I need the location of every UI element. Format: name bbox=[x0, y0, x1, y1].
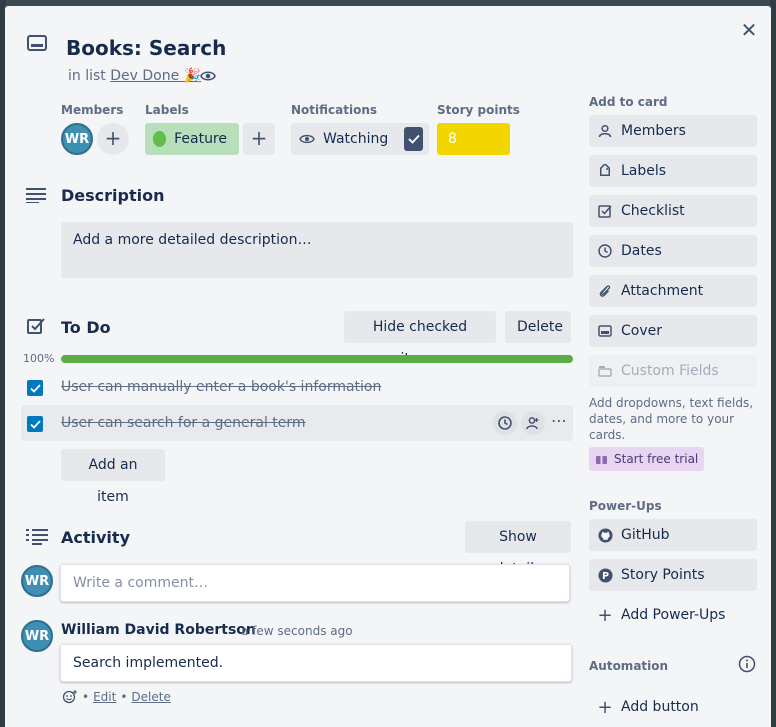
sidebar-attachment-button[interactable]: Attachment bbox=[589, 275, 757, 307]
checklist-icon bbox=[597, 203, 613, 219]
story-points-label: Story points bbox=[437, 103, 520, 117]
github-powerup-button[interactable]: GitHub bbox=[589, 519, 757, 551]
members-label: Members bbox=[61, 103, 124, 117]
checklist-icon bbox=[27, 317, 45, 339]
story-points-icon: P bbox=[597, 567, 613, 583]
avatar[interactable]: WR bbox=[21, 565, 53, 597]
checkbox[interactable] bbox=[27, 380, 43, 396]
sidebar-button-label: Checklist bbox=[621, 203, 685, 219]
checklist-item-text[interactable]: User can manually enter a book's informa… bbox=[61, 378, 381, 396]
comment-input[interactable]: Write a comment… bbox=[60, 564, 570, 602]
start-free-trial-button[interactable]: Start free trial bbox=[589, 447, 705, 471]
sidebar-button-label: Labels bbox=[621, 163, 667, 179]
power-ups-header: Power-Ups bbox=[589, 499, 662, 513]
item-more-icon[interactable]: ⋯ bbox=[551, 413, 569, 433]
watching-button[interactable]: Watching bbox=[291, 123, 429, 155]
separator: • bbox=[82, 690, 90, 704]
activity-icon bbox=[26, 528, 48, 550]
info-icon[interactable] bbox=[738, 655, 756, 677]
custom-fields-help: Add dropdowns, text fields, dates, and m… bbox=[589, 396, 754, 442]
person-icon bbox=[597, 123, 613, 139]
sidebar-button-label: Custom Fields bbox=[621, 363, 719, 379]
automation-header: Automation bbox=[589, 659, 669, 673]
description-editor[interactable]: Add a more detailed description… bbox=[61, 222, 573, 278]
edit-comment-link[interactable]: Edit bbox=[93, 690, 116, 704]
in-list-text: in list Dev Done 🎉 bbox=[68, 67, 201, 85]
sidebar-button-label: Add button bbox=[621, 699, 699, 715]
add-button-button[interactable]: + Add button bbox=[589, 691, 757, 723]
checklist-item-text[interactable]: User can search for a general term bbox=[61, 414, 306, 432]
gift-icon bbox=[595, 453, 608, 465]
in-list-prefix: in list bbox=[68, 68, 106, 84]
comment-actions: • Edit • Delete bbox=[62, 689, 171, 705]
sidebar-button-label: Story Points bbox=[621, 567, 705, 583]
sidebar-members-button[interactable]: Members bbox=[589, 115, 757, 147]
assign-member-icon[interactable] bbox=[521, 411, 545, 435]
sidebar-button-label: Cover bbox=[621, 323, 662, 339]
start-trial-label: Start free trial bbox=[614, 452, 699, 466]
github-icon bbox=[597, 527, 613, 543]
plus-icon: + bbox=[597, 604, 613, 626]
label-feature[interactable]: Feature bbox=[145, 123, 239, 155]
sidebar-button-label: Dates bbox=[621, 243, 662, 259]
description-title: Description bbox=[61, 186, 165, 205]
sidebar-cover-button[interactable]: Cover bbox=[589, 315, 757, 347]
paperclip-icon bbox=[597, 283, 613, 299]
avatar[interactable]: WR bbox=[61, 123, 93, 155]
custom-fields-icon bbox=[597, 363, 613, 379]
add-label-button[interactable]: + bbox=[243, 123, 275, 155]
comment-timestamp[interactable]: a few seconds ago bbox=[241, 624, 353, 638]
sidebar-checklist-button[interactable]: Checklist bbox=[589, 195, 757, 227]
list-link[interactable]: Dev Done 🎉 bbox=[110, 68, 201, 84]
card-detail-modal: ✕ Books: Search in list Dev Done 🎉 Membe… bbox=[5, 6, 771, 727]
delete-checklist-button[interactable]: Delete bbox=[505, 311, 571, 343]
add-power-ups-button[interactable]: + Add Power-Ups bbox=[589, 599, 757, 631]
label-feature-text: Feature bbox=[174, 131, 227, 147]
add-to-card-header: Add to card bbox=[589, 95, 668, 109]
card-title[interactable]: Books: Search bbox=[66, 35, 226, 61]
card-icon bbox=[27, 34, 51, 58]
avatar[interactable]: WR bbox=[21, 620, 53, 652]
separator: • bbox=[120, 690, 128, 704]
close-icon[interactable]: ✕ bbox=[738, 19, 760, 41]
checklist-title: To Do bbox=[61, 318, 111, 337]
plus-icon: + bbox=[597, 696, 613, 718]
emoji-reaction-icon[interactable] bbox=[62, 689, 78, 705]
add-member-button[interactable]: + bbox=[97, 123, 129, 155]
activity-title: Activity bbox=[61, 528, 130, 547]
notifications-label: Notifications bbox=[291, 103, 378, 117]
add-item-button[interactable]: Add an item bbox=[61, 449, 165, 505]
tag-icon bbox=[597, 163, 613, 179]
check-icon bbox=[404, 127, 423, 151]
checkbox[interactable] bbox=[27, 416, 43, 432]
sidebar-button-label: Add Power-Ups bbox=[621, 607, 726, 623]
description-icon bbox=[26, 187, 46, 207]
sidebar-button-label: Attachment bbox=[621, 283, 704, 299]
show-details-button[interactable]: Show details bbox=[465, 521, 571, 577]
progress-bar bbox=[61, 355, 573, 363]
delete-comment-link[interactable]: Delete bbox=[131, 690, 170, 704]
label-color-dot bbox=[153, 131, 167, 147]
watch-eye-icon bbox=[200, 68, 216, 87]
comment-text: Search implemented. bbox=[60, 644, 572, 682]
sidebar-button-label: GitHub bbox=[621, 527, 670, 543]
sidebar-custom-fields-button[interactable]: Custom Fields bbox=[589, 355, 757, 387]
comment-author[interactable]: William David Robertson bbox=[61, 622, 256, 638]
cover-icon bbox=[597, 323, 613, 339]
clock-icon bbox=[597, 243, 613, 259]
hide-checked-button[interactable]: Hide checked items bbox=[344, 311, 496, 367]
eye-icon bbox=[299, 133, 315, 145]
sidebar-button-label: Members bbox=[621, 123, 686, 139]
story-points-powerup-button[interactable]: P Story Points bbox=[589, 559, 757, 591]
labels-label: Labels bbox=[145, 103, 189, 117]
sidebar-dates-button[interactable]: Dates bbox=[589, 235, 757, 267]
due-date-icon[interactable] bbox=[493, 411, 517, 435]
story-points-badge[interactable]: 8 bbox=[437, 123, 510, 155]
svg-text:P: P bbox=[602, 570, 609, 581]
watching-text: Watching bbox=[323, 131, 389, 147]
progress-percent: 100% bbox=[23, 352, 55, 365]
sidebar-labels-button[interactable]: Labels bbox=[589, 155, 757, 187]
